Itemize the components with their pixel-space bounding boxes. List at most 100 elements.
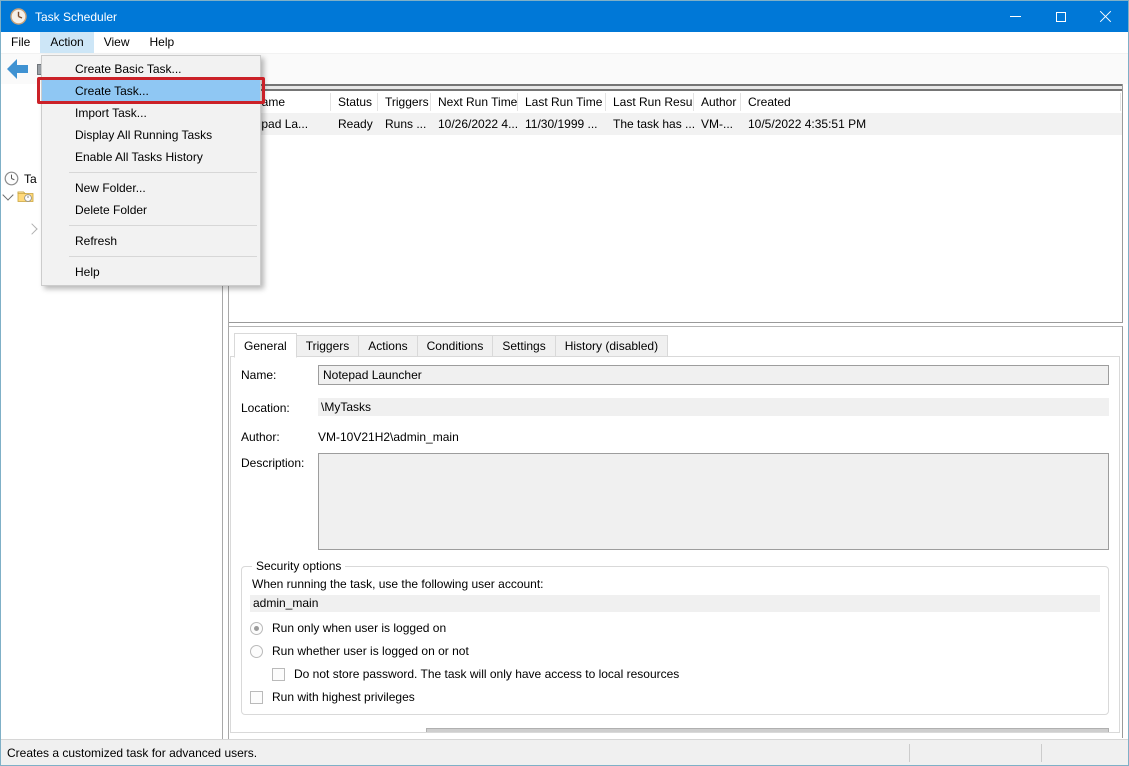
account-prompt: When running the task, use the following… [252, 577, 1100, 591]
back-button[interactable] [7, 62, 29, 76]
radio-run-whether-logged-on-label: Run whether user is logged on or not [272, 644, 469, 658]
cell-status: Ready [331, 117, 378, 131]
configure-for-label: Configure for: [341, 731, 414, 733]
tab-settings[interactable]: Settings [493, 335, 555, 358]
menu-file[interactable]: File [1, 32, 40, 53]
task-scheduler-window: Task Scheduler File Action View Help Ta [0, 0, 1129, 766]
tree-item-library[interactable] [4, 189, 34, 203]
task-list-panel: Name Status Triggers Next Run Time Last … [229, 84, 1123, 323]
description-textarea[interactable] [318, 453, 1109, 550]
radio-row-whether: Run whether user is logged on or not [250, 644, 1100, 658]
location-label: Location: [241, 398, 318, 415]
radio-run-whether-logged-on[interactable] [250, 645, 263, 658]
description-label: Description: [241, 453, 318, 470]
tab-triggers[interactable]: Triggers [297, 335, 360, 358]
caption-buttons [993, 1, 1128, 32]
menu-help[interactable]: Help [140, 32, 185, 53]
menu-item-enable-all-tasks-history[interactable]: Enable All Tasks History [42, 146, 260, 168]
minimize-button[interactable] [993, 1, 1038, 32]
table-row[interactable]: Notepad La... Ready Runs ... 10/26/2022 … [229, 113, 1122, 135]
menu-item-help[interactable]: Help [42, 261, 260, 283]
checkbox-do-not-store-password-label: Do not store password. The task will onl… [294, 667, 679, 681]
menu-item-create-basic-task[interactable]: Create Basic Task... [42, 58, 260, 80]
clock-icon [4, 171, 19, 186]
menu-item-create-task[interactable]: Create Task... [42, 80, 260, 102]
close-button[interactable] [1083, 1, 1128, 32]
app-clock-icon [10, 8, 27, 25]
tab-general[interactable]: General [234, 333, 297, 358]
checkbox-row-no-password: Do not store password. The task will onl… [272, 667, 1100, 681]
cell-last-run-time: 11/30/1999 ... [518, 117, 606, 131]
author-value: VM-10V21H2\admin_main [318, 427, 459, 444]
cell-next-run-time: 10/26/2022 4... [431, 117, 518, 131]
name-label: Name: [241, 365, 318, 382]
menu-item-import-task[interactable]: Import Task... [42, 102, 260, 124]
general-tab-content: Name: Location: \MyTasks Author: VM-10V2… [230, 356, 1120, 733]
configure-row: Hidden Configure for: Windows Vista™, Wi… [241, 728, 1109, 733]
cell-author: VM-... [694, 117, 741, 131]
checkbox-hidden[interactable] [241, 732, 254, 734]
task-details-panel: General Triggers Actions Conditions Sett… [229, 326, 1123, 738]
action-menu-popup: Create Basic Task... Create Task... Impo… [41, 55, 261, 286]
column-header-status[interactable]: Status [331, 93, 378, 111]
details-tabs: General Triggers Actions Conditions Sett… [234, 335, 668, 358]
menu-separator [69, 225, 257, 226]
menu-action[interactable]: Action [40, 32, 93, 53]
checkbox-row-highest: Run with highest privileges [250, 690, 1100, 704]
chevron-right-icon[interactable] [26, 223, 37, 234]
list-top-edge [229, 84, 1122, 91]
menu-item-display-all-running-tasks[interactable]: Display All Running Tasks [42, 124, 260, 146]
column-header-next-run-time[interactable]: Next Run Time [431, 93, 518, 111]
column-header-last-run-time[interactable]: Last Run Time [518, 93, 606, 111]
checkbox-run-highest-privileges-label: Run with highest privileges [272, 690, 415, 704]
account-value: admin_main [250, 595, 1100, 612]
titlebar: Task Scheduler [1, 1, 1128, 32]
maximize-icon [1056, 12, 1066, 22]
cell-last-run-result: The task has ... [606, 117, 694, 131]
security-options-group: Security options When running the task, … [241, 559, 1109, 715]
column-header-triggers[interactable]: Triggers [378, 93, 431, 111]
status-text: Creates a customized task for advanced u… [7, 746, 257, 760]
security-options-legend: Security options [252, 559, 345, 573]
task-list-header: Name Status Triggers Next Run Time Last … [229, 91, 1122, 113]
radio-run-only-logged-on[interactable] [250, 622, 263, 635]
menu-item-delete-folder[interactable]: Delete Folder [42, 199, 260, 221]
tree-root-label: Ta [24, 172, 37, 186]
status-divider [909, 744, 910, 762]
author-label: Author: [241, 427, 318, 444]
status-divider [1041, 744, 1042, 762]
tree-item-task-scheduler-root[interactable]: Ta [4, 171, 37, 186]
hidden-label: Hidden [263, 731, 301, 733]
close-icon [1099, 10, 1112, 23]
tab-actions[interactable]: Actions [359, 335, 417, 358]
configure-for-dropdown[interactable]: Windows Vista™, Windows Server™ 2008 [426, 728, 1109, 733]
minimize-icon [1010, 16, 1021, 17]
maximize-button[interactable] [1038, 1, 1083, 32]
statusbar: Creates a customized task for advanced u… [1, 739, 1128, 765]
location-value: \MyTasks [318, 398, 1109, 416]
column-header-author[interactable]: Author [694, 93, 741, 111]
tab-conditions[interactable]: Conditions [418, 335, 494, 358]
menu-view[interactable]: View [94, 32, 140, 53]
menu-separator [69, 256, 257, 257]
column-header-last-run-result[interactable]: Last Run Result [606, 93, 694, 111]
back-arrow-icon [7, 59, 17, 79]
checkbox-run-highest-privileges[interactable] [250, 691, 263, 704]
checkbox-do-not-store-password[interactable] [272, 668, 285, 681]
chevron-down-icon[interactable] [2, 189, 13, 200]
menu-separator [69, 172, 257, 173]
menu-item-new-folder[interactable]: New Folder... [42, 177, 260, 199]
folder-icon [17, 189, 34, 203]
window-title: Task Scheduler [35, 10, 117, 24]
radio-run-only-logged-on-label: Run only when user is logged on [272, 621, 446, 635]
tab-history[interactable]: History (disabled) [556, 335, 668, 358]
column-header-created[interactable]: Created [741, 93, 1121, 111]
cell-triggers: Runs ... [378, 117, 431, 131]
configure-for-value: Windows Vista™, Windows Server™ 2008 [433, 732, 660, 733]
radio-row-logged-on: Run only when user is logged on [250, 621, 1100, 635]
tree-item-collapsed[interactable] [28, 225, 36, 233]
menubar: File Action View Help [1, 32, 1128, 54]
name-field[interactable] [318, 365, 1109, 385]
cell-created: 10/5/2022 4:35:51 PM [741, 117, 1121, 131]
menu-item-refresh[interactable]: Refresh [42, 230, 260, 252]
